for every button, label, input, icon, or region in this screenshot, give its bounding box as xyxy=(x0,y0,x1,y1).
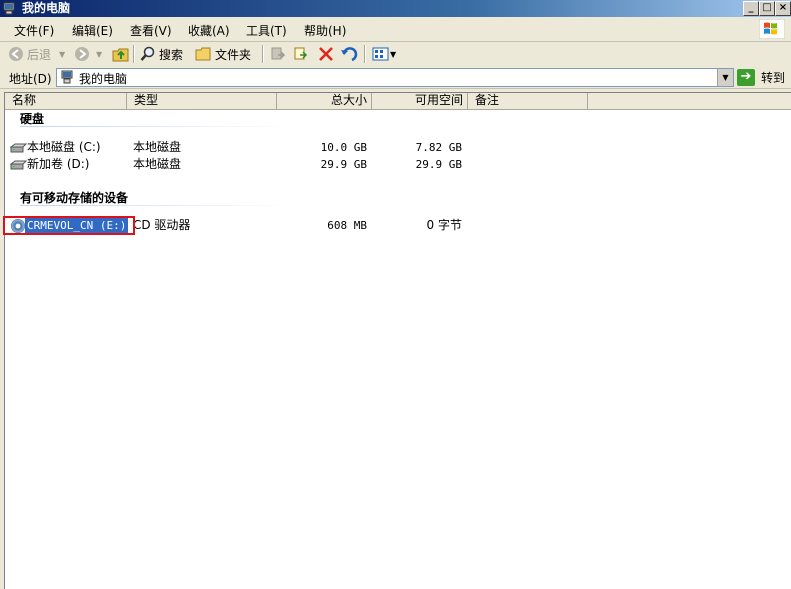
column-total-size[interactable]: 总大小 xyxy=(277,93,372,109)
menu-file[interactable]: 文件(F) xyxy=(14,22,54,39)
back-arrow-icon xyxy=(9,47,23,61)
menu-tools[interactable]: 工具(T) xyxy=(246,22,287,39)
group-divider xyxy=(20,205,290,206)
address-value: 我的电脑 xyxy=(79,72,128,86)
go-button[interactable]: ➔ 转到 xyxy=(737,68,785,86)
toolbar-separator xyxy=(364,45,366,63)
list-item[interactable]: 本地磁盘 (C:) 本地磁盘 10.0 GB 7.82 GB xyxy=(5,139,791,156)
drive-type: CD 驱动器 xyxy=(133,218,191,232)
window-title: 我的电脑 xyxy=(22,1,71,15)
copy-to-icon xyxy=(294,47,308,60)
column-comments[interactable]: 备注 xyxy=(468,93,588,109)
back-label: 后退 xyxy=(27,47,52,62)
drive-free-space: 7.82 GB xyxy=(415,141,462,154)
menu-edit[interactable]: 编辑(E) xyxy=(72,22,113,39)
maximize-button[interactable]: □ xyxy=(759,1,775,16)
search-icon xyxy=(140,46,155,61)
move-to-icon xyxy=(271,47,286,60)
drive-type: 本地磁盘 xyxy=(133,157,182,171)
my-computer-icon xyxy=(3,2,15,15)
group-removable-storage: 有可移动存储的设备 xyxy=(20,191,129,205)
close-button[interactable]: × xyxy=(775,1,791,16)
list-item[interactable]: 新加卷 (D:) 本地磁盘 29.9 GB 29.9 GB xyxy=(5,156,791,173)
delete-button[interactable] xyxy=(318,45,334,63)
menu-view[interactable]: 查看(V) xyxy=(130,22,172,39)
folder-icon xyxy=(195,47,211,61)
drive-free-space: 0 字节 xyxy=(426,218,462,232)
group-hard-disks: 硬盘 xyxy=(20,112,45,126)
search-label: 搜索 xyxy=(159,47,184,62)
hard-disk-icon xyxy=(10,143,27,153)
move-to-button[interactable] xyxy=(270,45,286,63)
go-arrow-icon: ➔ xyxy=(737,68,755,86)
address-dropdown-icon[interactable]: ▼ xyxy=(717,69,733,86)
drive-total-size: 10.0 GB xyxy=(320,141,367,154)
menu-favorites[interactable]: 收藏(A) xyxy=(188,22,230,39)
undo-button[interactable] xyxy=(340,45,358,63)
folders-button[interactable]: 文件夹 xyxy=(195,45,251,63)
toolbar-separator xyxy=(262,45,264,63)
forward-arrow-icon xyxy=(75,47,89,61)
drive-free-space: 29.9 GB xyxy=(415,158,462,171)
menu-bar: 文件(F) 编辑(E) 查看(V) 收藏(A) 工具(T) 帮助(H) xyxy=(0,17,791,42)
address-label: 地址(D) xyxy=(9,72,52,86)
column-free-space[interactable]: 可用空间 xyxy=(372,93,468,109)
back-button[interactable]: 后退 ▼ xyxy=(8,45,65,63)
drive-total-size: 608 MB xyxy=(327,219,367,232)
minimize-button[interactable]: _ xyxy=(743,1,759,16)
views-icon xyxy=(372,47,389,61)
column-header: 名称 类型 总大小 可用空间 备注 xyxy=(5,93,791,110)
views-dropdown-icon[interactable]: ▼ xyxy=(390,50,396,59)
drive-total-size: 29.9 GB xyxy=(320,158,367,171)
back-dropdown-icon[interactable]: ▼ xyxy=(59,50,65,59)
menu-help[interactable]: 帮助(H) xyxy=(304,22,346,39)
undo-icon xyxy=(341,47,358,62)
folders-label: 文件夹 xyxy=(215,47,252,62)
column-type[interactable]: 类型 xyxy=(127,93,277,109)
toolbar-separator xyxy=(133,45,135,63)
drive-name: 本地磁盘 (C:) xyxy=(27,140,101,154)
annotation-highlight-box xyxy=(3,216,135,235)
toolbar: 后退 ▼ ▼ 搜索 文件夹 ▼ xyxy=(0,42,791,67)
search-button[interactable]: 搜索 xyxy=(140,45,183,63)
up-folder-icon xyxy=(112,48,129,62)
drive-type: 本地磁盘 xyxy=(133,140,182,154)
forward-button[interactable]: ▼ xyxy=(74,45,102,63)
windows-logo-icon xyxy=(759,19,785,39)
copy-to-button[interactable] xyxy=(293,45,309,63)
my-computer-icon xyxy=(61,70,73,84)
up-folder-button[interactable] xyxy=(112,45,130,63)
forward-dropdown-icon[interactable]: ▼ xyxy=(96,50,102,59)
group-divider xyxy=(20,126,290,127)
hard-disk-icon xyxy=(10,160,27,170)
drive-name: 新加卷 (D:) xyxy=(27,157,90,171)
go-label: 转到 xyxy=(761,70,786,85)
column-name[interactable]: 名称 xyxy=(5,93,127,109)
title-bar: 我的电脑 _ □ × xyxy=(0,0,791,17)
views-button[interactable]: ▼ xyxy=(372,45,396,63)
file-list[interactable]: 名称 类型 总大小 可用空间 备注 硬盘 本地磁盘 (C:) 本地磁盘 10.0… xyxy=(4,92,791,589)
delete-icon xyxy=(319,47,333,61)
address-input[interactable]: 我的电脑 ▼ xyxy=(56,68,734,87)
address-bar: 地址(D) 我的电脑 ▼ ➔ 转到 xyxy=(0,66,791,89)
